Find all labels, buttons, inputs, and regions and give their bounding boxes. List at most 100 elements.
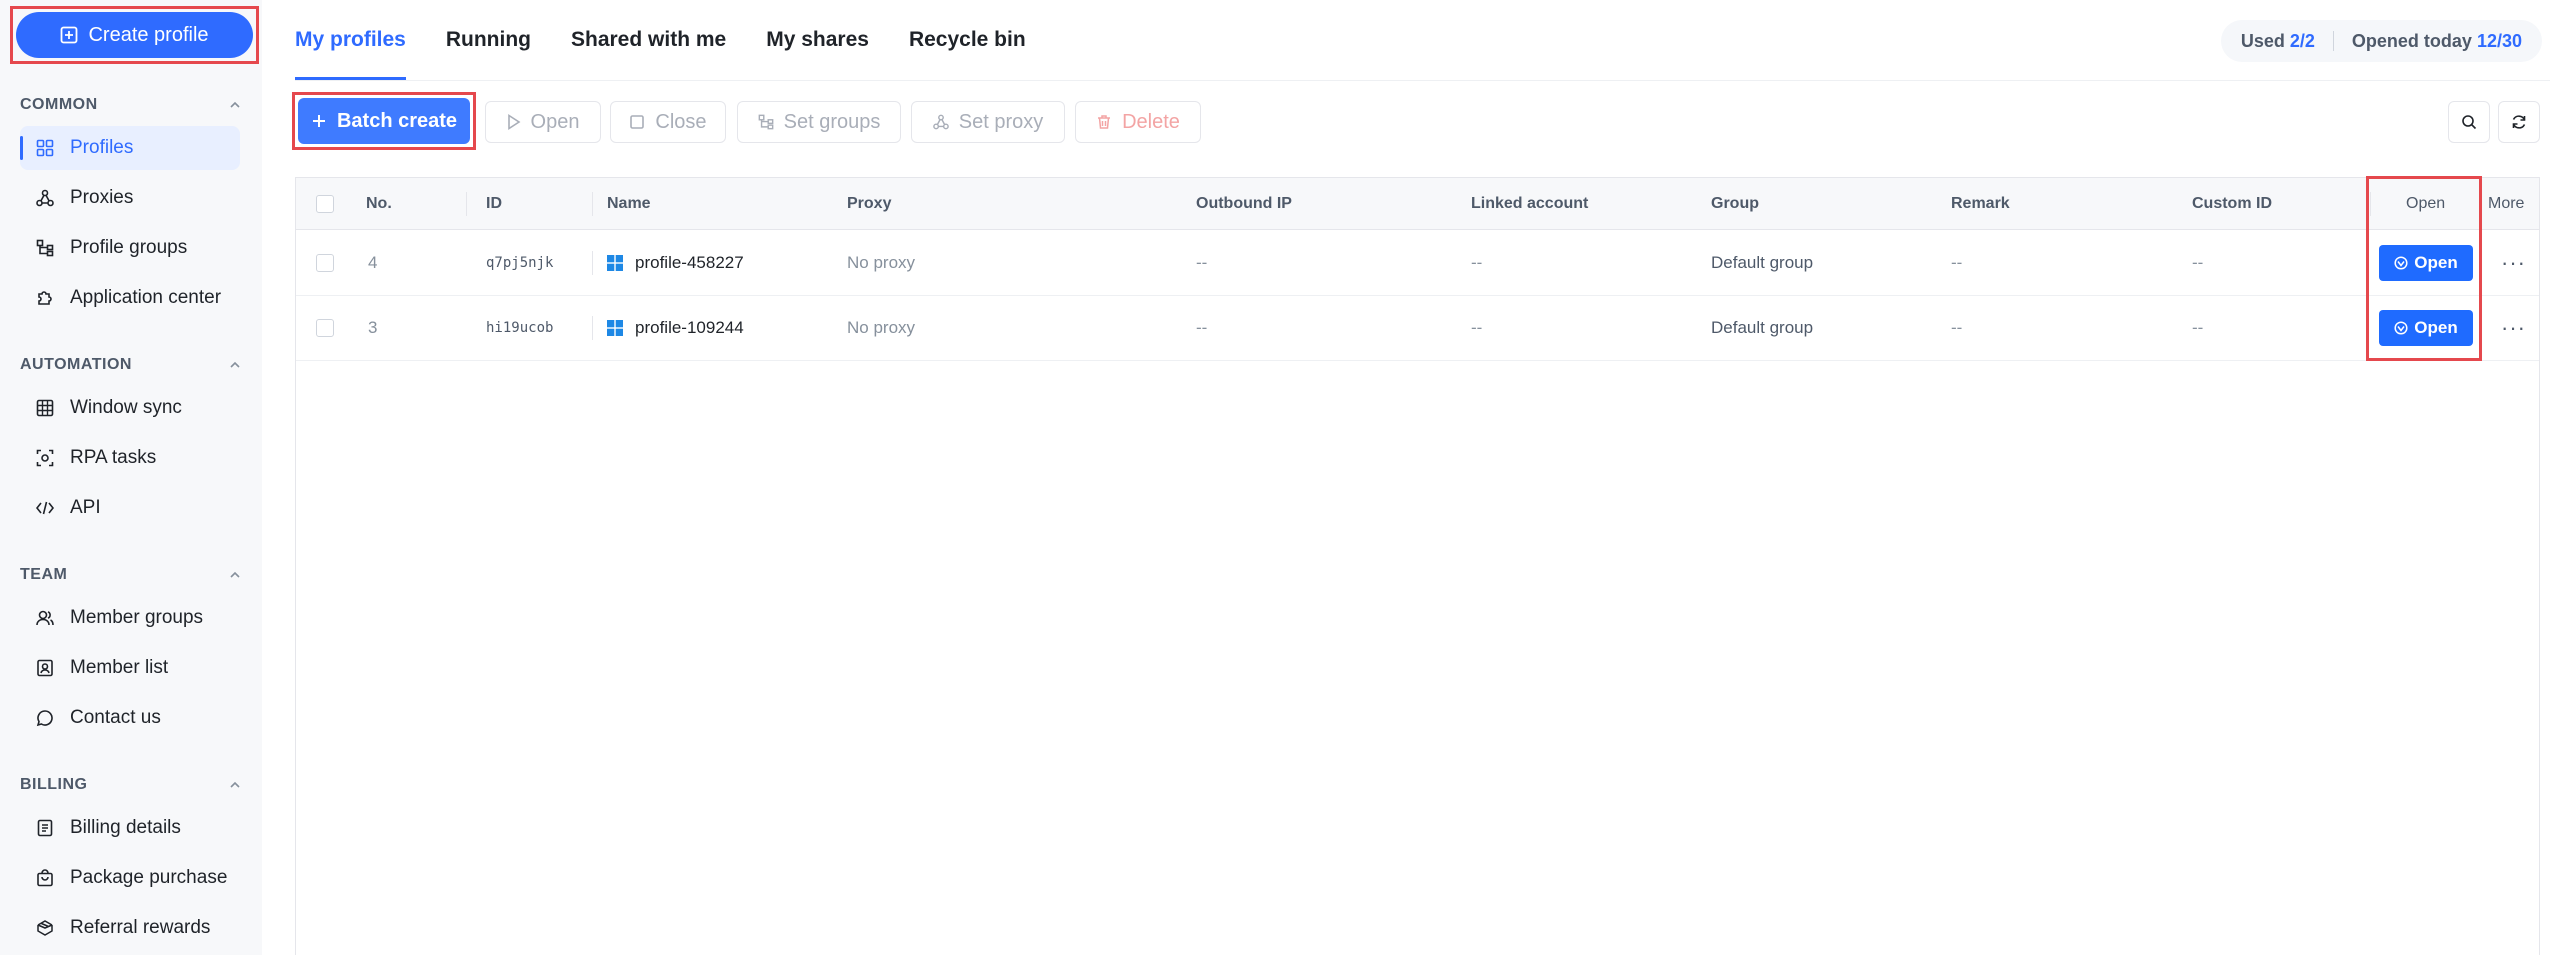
set-groups-label: Set groups xyxy=(783,110,881,133)
puzzle-icon xyxy=(34,287,56,309)
row-linked-account: -- xyxy=(1471,253,1483,272)
window-grid-icon xyxy=(34,397,56,419)
row-name[interactable]: profile-109244 xyxy=(607,296,744,360)
checkbox[interactable] xyxy=(316,319,334,337)
header-proxy[interactable]: Proxy xyxy=(847,178,891,229)
opened-today-value: 12/30 xyxy=(2476,30,2522,51)
tree-icon xyxy=(758,114,774,130)
tabs-divider xyxy=(295,80,2550,81)
sidebar-item-rpa-tasks[interactable]: RPA tasks xyxy=(20,436,240,480)
section-billing-header[interactable]: BILLING xyxy=(20,776,242,794)
row-custom-id: -- xyxy=(2192,318,2204,337)
batch-create-button[interactable]: Batch create xyxy=(298,98,470,144)
sidebar-item-label: RPA tasks xyxy=(70,447,157,468)
row-custom-id: -- xyxy=(2192,253,2204,272)
table-row[interactable]: 3 hi19ucob profile-109244 No proxy -- --… xyxy=(296,296,2539,361)
refresh-button[interactable] xyxy=(2498,101,2540,143)
gift-icon xyxy=(34,917,56,939)
sidebar-item-application-center[interactable]: Application center xyxy=(20,276,240,320)
header-more: More xyxy=(2488,194,2525,212)
sidebar-item-window-sync[interactable]: Window sync xyxy=(20,386,240,430)
top-tabs: My profiles Running Shared with me My sh… xyxy=(295,0,1026,80)
contact-card-icon xyxy=(34,657,56,679)
sidebar-item-profile-groups[interactable]: Profile groups xyxy=(20,226,240,270)
more-options-icon[interactable]: ··· xyxy=(2501,296,2526,360)
set-groups-button[interactable]: Set groups xyxy=(737,101,901,143)
row-group: Default group xyxy=(1711,318,1814,337)
refresh-icon xyxy=(2511,114,2527,130)
sidebar-item-contact-us[interactable]: Contact us xyxy=(20,696,240,740)
row-open-cell: Open xyxy=(2379,231,2473,295)
batch-create-highlight: Batch create xyxy=(292,92,476,150)
row-open-cell: Open xyxy=(2379,296,2473,360)
header-outbound-ip[interactable]: Outbound IP xyxy=(1196,178,1292,229)
tab-shared-with-me[interactable]: Shared with me xyxy=(571,0,726,80)
sidebar-item-referral-rewards[interactable]: Referral rewards xyxy=(20,906,240,950)
sidebar-item-label: Referral rewards xyxy=(70,917,211,938)
header-linked-account[interactable]: Linked account xyxy=(1471,178,1588,229)
section-title: COMMON xyxy=(20,96,98,113)
tab-recycle-bin[interactable]: Recycle bin xyxy=(909,0,1026,80)
search-button[interactable] xyxy=(2448,101,2490,143)
checkbox[interactable] xyxy=(316,194,334,213)
set-proxy-button[interactable]: Set proxy xyxy=(911,101,1065,143)
tab-my-profiles[interactable]: My profiles xyxy=(295,0,406,80)
row-id: q7pj5njk xyxy=(486,255,554,271)
opened-today-label: Opened today xyxy=(2351,30,2472,51)
sidebar-item-billing-details[interactable]: Billing details xyxy=(20,806,240,850)
tab-running[interactable]: Running xyxy=(446,0,531,80)
row-remark: -- xyxy=(1951,253,1963,272)
select-all-checkbox[interactable] xyxy=(316,178,334,229)
bag-icon xyxy=(34,867,56,889)
sidebar-item-label: Contact us xyxy=(70,707,161,728)
sidebar-item-api[interactable]: API xyxy=(20,486,240,530)
section-team-header[interactable]: TEAM xyxy=(20,566,242,584)
create-profile-button[interactable]: Create profile xyxy=(16,12,253,58)
row-checkbox[interactable] xyxy=(316,231,334,295)
section-automation-header[interactable]: AUTOMATION xyxy=(20,356,242,374)
plus-icon xyxy=(311,113,327,129)
tab-my-shares[interactable]: My shares xyxy=(766,0,869,80)
delete-button[interactable]: Delete xyxy=(1075,101,1201,143)
header-name[interactable]: Name xyxy=(607,178,651,229)
set-proxy-label: Set proxy xyxy=(958,110,1044,133)
row-outbound-ip: -- xyxy=(1196,318,1208,337)
table-row[interactable]: 4 q7pj5njk profile-458227 No proxy -- --… xyxy=(296,231,2539,296)
open-selected-button[interactable]: Open xyxy=(485,101,601,143)
code-icon xyxy=(34,497,56,519)
section-common-header[interactable]: COMMON xyxy=(20,96,242,114)
row-proxy: No proxy xyxy=(847,253,916,272)
checkbox[interactable] xyxy=(316,254,334,272)
sidebar: Create profile COMMON Profiles Proxies P… xyxy=(0,0,262,955)
sidebar-item-member-list[interactable]: Member list xyxy=(20,646,240,690)
header-custom-id[interactable]: Custom ID xyxy=(2192,178,2272,229)
row-no: 3 xyxy=(368,318,378,337)
sidebar-item-member-groups[interactable]: Member groups xyxy=(20,596,240,640)
row-checkbox[interactable] xyxy=(316,296,334,360)
chevron-up-icon xyxy=(228,98,242,112)
close-selected-button[interactable]: Close xyxy=(610,101,726,143)
sidebar-item-label: Package purchase xyxy=(70,867,228,888)
header-id[interactable]: ID xyxy=(486,178,502,229)
more-options-icon[interactable]: ··· xyxy=(2501,231,2526,295)
sidebar-item-package-purchase[interactable]: Package purchase xyxy=(20,856,240,900)
stop-icon xyxy=(629,114,645,130)
rpa-icon xyxy=(34,447,56,469)
open-profile-button[interactable]: Open xyxy=(2379,245,2473,281)
sidebar-item-label: Window sync xyxy=(70,397,182,418)
header-remark[interactable]: Remark xyxy=(1951,178,2010,229)
sidebar-item-proxies[interactable]: Proxies xyxy=(20,176,240,220)
profile-name: profile-109244 xyxy=(635,318,744,337)
sidebar-item-profiles[interactable]: Profiles xyxy=(20,126,240,170)
open-profile-button[interactable]: Open xyxy=(2379,310,2473,346)
row-no: 4 xyxy=(368,253,378,272)
browser-icon xyxy=(2394,321,2408,335)
column-divider xyxy=(592,316,593,340)
chevron-up-icon xyxy=(228,358,242,372)
row-group: Default group xyxy=(1711,253,1814,272)
row-name[interactable]: profile-458227 xyxy=(607,231,744,295)
chat-icon xyxy=(34,707,56,729)
header-group[interactable]: Group xyxy=(1711,178,1759,229)
profiles-table: No. ID Name Proxy Outbound IP Linked acc… xyxy=(295,177,2540,955)
header-no[interactable]: No. xyxy=(366,178,392,229)
